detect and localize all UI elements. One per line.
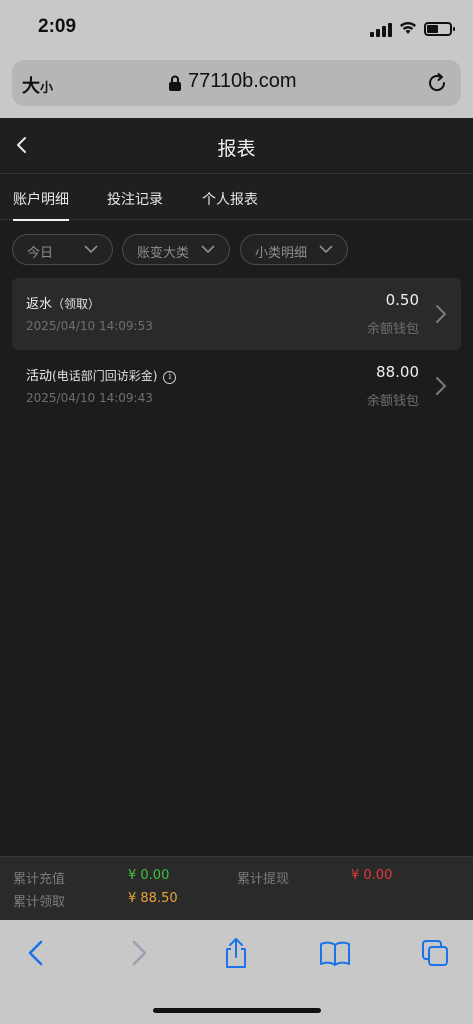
record-wallet: 余额钱包 [366,394,419,409]
total-claim-label: 累计领取 [13,895,66,910]
chevron-down-icon [84,245,98,254]
record-subtitle: (电话部门回访彩金) [52,369,158,383]
share-icon[interactable] [219,936,253,970]
record-time: 2025/04/10 14:09:43 [26,391,153,405]
status-time: 2:09 [38,16,77,37]
filter-date-dropdown[interactable]: 今日 [12,234,113,265]
reload-icon[interactable] [426,72,448,94]
record-amount: 88.00 [376,363,419,381]
url-text[interactable]: 77110b.com [188,70,297,93]
text-size-button[interactable]: 大小 [22,72,53,98]
record-wallet: 余额钱包 [366,322,419,337]
bookmarks-icon[interactable] [318,936,352,970]
chevron-down-icon [201,245,215,254]
total-withdraw-label: 累计提现 [237,872,290,887]
record-subtitle: （领取） [52,297,101,311]
tab-account-details[interactable]: 账户明细 [13,189,69,221]
tab-bet-records[interactable]: 投注记录 [107,189,163,209]
status-bar: 2:09 [0,0,473,56]
wifi-icon [400,21,416,34]
record-title: 活动(电话部门回访彩金) i [26,365,177,384]
filter-subcategory-dropdown[interactable]: 小类明细 [240,234,348,265]
record-time: 2025/04/10 14:09:53 [26,319,153,333]
battery-icon [424,22,455,36]
filter-category-dropdown[interactable]: 账变大类 [122,234,230,265]
tab-personal-report[interactable]: 个人报表 [202,189,258,209]
record-amount: 0.50 [385,291,419,309]
browser-back-icon[interactable] [20,936,54,970]
browser-forward-icon[interactable] [121,936,155,970]
chevron-right-icon [436,377,447,395]
total-deposit-label: 累计充值 [13,872,66,887]
filter-label: 账变大类 [137,246,190,261]
filter-label: 小类明细 [255,246,308,261]
browser-toolbar [0,920,473,1024]
info-icon[interactable]: i [163,371,177,384]
tabs-icon[interactable] [418,936,452,970]
total-withdraw-value: ¥ 0.00 [351,868,393,883]
chevron-right-icon [436,305,447,323]
record-title: 返水（领取） [26,297,101,312]
summary-bar: 累计充值 ¥ 0.00 累计提现 ¥ 0.00 累计领取 ¥ 88.50 [0,856,473,920]
browser-address-area: 大小 77110b.com [0,56,473,118]
record-item[interactable]: 返水（领取） 2025/04/10 14:09:53 0.50 余额钱包 [12,278,461,350]
address-bar[interactable]: 大小 77110b.com [12,60,461,106]
home-indicator [153,1008,321,1013]
tab-bar: 账户明细 投注记录 个人报表 [0,175,473,221]
record-item[interactable]: 活动(电话部门回访彩金) i 2025/04/10 14:09:43 88.00 … [12,350,461,422]
lock-icon [169,75,181,91]
page-title: 报表 [217,138,256,160]
cellular-signal-icon [370,23,394,37]
filter-label: 今日 [27,246,54,261]
page-header: 报表 [0,118,473,174]
total-deposit-value: ¥ 0.00 [128,868,170,883]
total-claim-value: ¥ 88.50 [128,891,178,906]
chevron-down-icon [319,245,333,254]
